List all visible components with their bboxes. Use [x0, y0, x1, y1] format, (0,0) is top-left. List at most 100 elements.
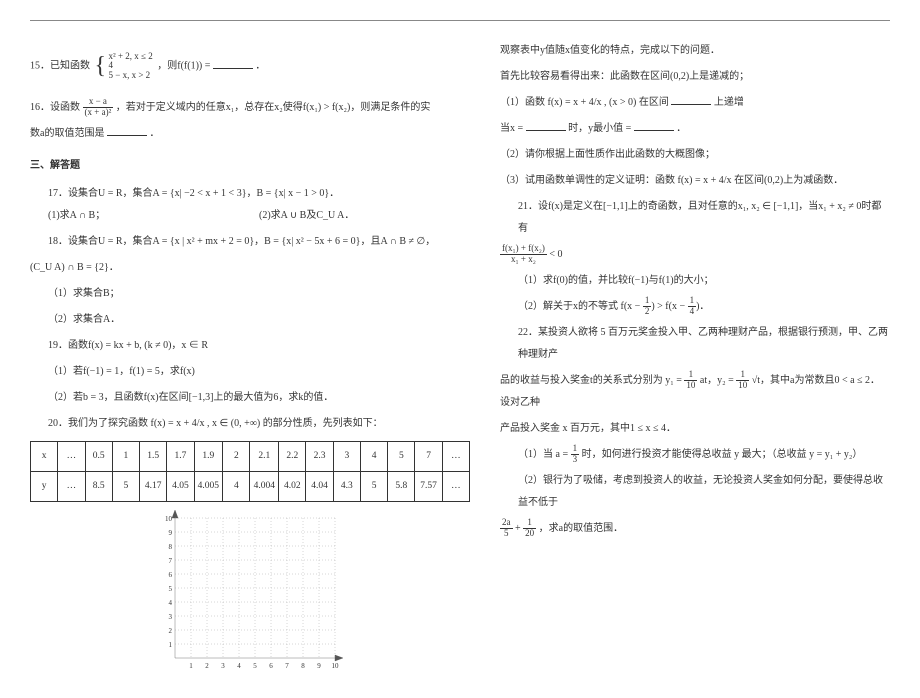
cell-dots: … [58, 471, 85, 501]
q22-part1: （1）当 a = 1 3 时，如何进行投资才能使得总收益 y 最大；（总收益 y… [500, 444, 890, 466]
r3-post: 上递增 [714, 97, 744, 108]
q19-line1: 19．函数f(x) = kx + b, (k ≠ 0)，x ∈ R [48, 335, 470, 357]
q22-frac2: 1 10 [736, 370, 749, 391]
q22-p3-plus: + [515, 523, 523, 534]
table-row-y: y … 8.5 5 4.17 4.05 4.005 4 4.004 4.02 4… [31, 471, 470, 501]
cell-dots: … [58, 441, 85, 471]
left-column: 15．已知函数 { x² + 2, x ≤ 2 4 5 − x, x > 2 ，… [30, 36, 470, 678]
question-21: 21．设f(x)是定义在[−1,1]上的奇函数，且对任意的x₁, x₂ ∈ [−… [500, 196, 890, 240]
r6-pre: （3）试用函数单调性的定义证明：函数 [500, 175, 675, 186]
r3-blank [671, 94, 711, 105]
svg-text:10: 10 [165, 515, 173, 523]
q20-pre: 20．我们为了探究函数 [48, 418, 148, 429]
r4-blank1 [526, 120, 566, 131]
q22-f2d: 10 [736, 381, 749, 391]
q22-p3-post: ，求a的取值范围． [539, 523, 623, 534]
cell-x-7: 2.2 [279, 441, 306, 471]
q21-fraction: f(x₁) + f(x₂) x₁ + x₂ [500, 244, 547, 265]
q22-p1-post: 时，如何进行投资才能使得总收益 y 最大；（总收益 y = y₁ + y₂） [582, 449, 863, 460]
cell-dots: … [442, 441, 469, 471]
section-3-title: 三、解答题 [30, 155, 470, 177]
q21-f2d: 4 [688, 307, 697, 317]
coordinate-grid-icon: 123 456 789 10 123 456 789 10 [150, 508, 350, 678]
question-20: 20．我们为了探究函数 f(x) = x + 4/x , x ∈ (0, +∞)… [30, 413, 470, 435]
r6-fn: f(x) = x + 4/x [678, 175, 732, 186]
cell-x-4: 1.9 [194, 441, 223, 471]
q18-part1: （1）求集合B； [30, 283, 470, 305]
r3: （1）函数 f(x) = x + 4/x , (x > 0) 在区间 上递增 [500, 92, 890, 114]
svg-text:6: 6 [269, 662, 273, 670]
cell-x-11: 5 [388, 441, 415, 471]
q19-part2: （2）若b = 3，且函数f(x)在区间[−1,3]上的最大值为6，求k的值． [30, 387, 470, 409]
svg-text:7: 7 [285, 662, 289, 670]
svg-text:7: 7 [169, 557, 173, 565]
q15-piece1: x² + 2, x ≤ 2 [109, 52, 153, 62]
svg-text:6: 6 [169, 571, 173, 579]
r3-mid: 在区间 [639, 97, 669, 108]
grid-chart: 123 456 789 10 123 456 789 10 [30, 508, 470, 678]
q21-part1: （1）求f(0)的值，并比较f(−1)与f(1)的大小； [500, 270, 890, 292]
q20-fn: f(x) = x + 4/x , x ∈ (0, +∞) [151, 418, 261, 429]
question-17: 17．设集合U = R，集合A = {x| −2 < x + 1 < 3}，B … [30, 183, 470, 227]
cell-xlabel: x [31, 441, 58, 471]
cell-y-10: 5 [360, 471, 387, 501]
r4a: 当x = [500, 123, 526, 134]
q22-l2-pre: 品的收益与投入奖金t的关系式分别为 y₁ = [500, 375, 684, 386]
q22-p1-frac: 1 3 [571, 444, 580, 465]
r4b: 时，y最小值 = [568, 123, 634, 134]
cell-y-2: 4.17 [140, 471, 167, 501]
q20-table: x … 0.5 1 1.5 1.7 1.9 2 2.1 2.2 2.3 3 4 … [30, 441, 470, 502]
svg-text:3: 3 [221, 662, 225, 670]
table-row-x: x … 0.5 1 1.5 1.7 1.9 2 2.1 2.2 2.3 3 4 … [31, 441, 470, 471]
cell-y-12: 7.57 [415, 471, 442, 501]
q22-part2: （2）银行为了吸储，考虑到投资人的收益，无论投资人奖金如何分配，要使得总收益不低… [500, 470, 890, 514]
r3-fn: f(x) = x + 4/x , (x > 0) [548, 97, 637, 108]
q15-mid: ，则f(f(1)) = [157, 61, 213, 72]
cell-y-0: 8.5 [85, 471, 112, 501]
q21-part2: （2）解关于x的不等式 f(x − 1 2 ) > f(x − 1 4 )． [500, 296, 890, 318]
q21-p2-frac1: 1 2 [643, 296, 652, 317]
q21-p2-frac2: 1 4 [688, 296, 697, 317]
q15-prefix: 15．已知函数 [30, 61, 90, 72]
q22-p1-fd: 3 [571, 455, 580, 465]
svg-text:4: 4 [169, 599, 173, 607]
q15-suffix: ． [255, 61, 265, 72]
r5: （2）请你根据上面性质作出此函数的大概图像； [500, 144, 890, 166]
cell-x-10: 4 [360, 441, 387, 471]
svg-text:9: 9 [169, 529, 173, 537]
q22-frac1: 1 10 [684, 370, 697, 391]
q22-p1-pre: （1）当 a = [518, 449, 571, 460]
q21-line1: 21．设f(x)是定义在[−1,1]上的奇函数，且对任意的x₁, x₂ ∈ [−… [518, 196, 890, 240]
cell-x-8: 2.3 [306, 441, 333, 471]
cell-x-2: 1.5 [140, 441, 167, 471]
q22-p3-f2d: 20 [523, 529, 536, 539]
cell-y-1: 5 [112, 471, 139, 501]
svg-text:8: 8 [301, 662, 305, 670]
q21-f1d: 2 [643, 307, 652, 317]
svg-text:5: 5 [253, 662, 257, 670]
q15-piece3: 5 − x, x > 2 [109, 71, 153, 81]
q22-l2-mid1: at，y₂ = [700, 375, 736, 386]
svg-text:4: 4 [237, 662, 241, 670]
r1: 观察表中y值随x值变化的特点，完成以下的问题． [500, 40, 890, 62]
cell-x-6: 2.1 [250, 441, 279, 471]
cell-x-0: 0.5 [85, 441, 112, 471]
cell-x-5: 2 [223, 441, 250, 471]
svg-text:1: 1 [189, 662, 193, 670]
q16-suffix: ． [149, 128, 159, 139]
question-15: 15．已知函数 { x² + 2, x ≤ 2 4 5 − x, x > 2 ，… [30, 40, 470, 93]
q22-p3-f1d: 5 [500, 529, 513, 539]
cell-x-3: 1.7 [167, 441, 194, 471]
q18-line2: (C_U A) ∩ B = {2}． [30, 257, 470, 279]
r4-blank2 [634, 120, 674, 131]
q16-blank [107, 125, 147, 136]
cell-y-9: 4.3 [333, 471, 360, 501]
r2: 首先比较容易看得出来：此函数在区间(0,2)上是递减的； [500, 66, 890, 88]
q22-p3-frac1: 2a 5 [500, 518, 513, 539]
q16-body: ，若对于定义域内的任意x₁，总存在x₂使得f(x₁) > f(x₂)，则满足条件… [116, 102, 431, 113]
cell-y-11: 5.8 [388, 471, 415, 501]
q18-line1: 18．设集合U = R，集合A = {x | x² + mx + 2 = 0}，… [48, 231, 470, 253]
cell-y-3: 4.05 [167, 471, 194, 501]
r6-post: 在区间(0,2)上为减函数． [734, 175, 843, 186]
r3-pre: （1）函数 [500, 97, 545, 108]
